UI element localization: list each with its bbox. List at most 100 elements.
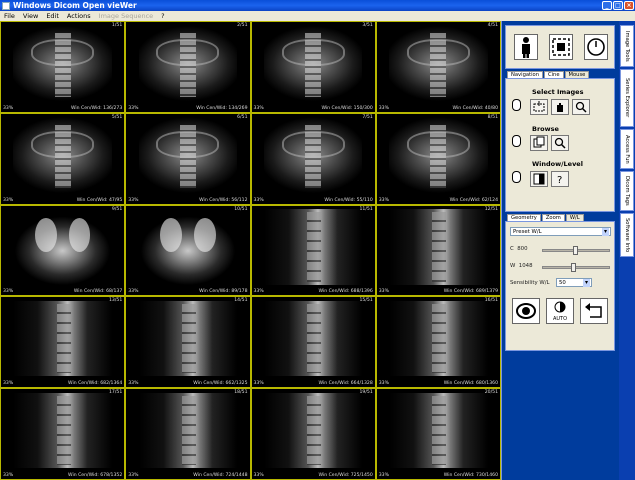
mri-image[interactable] [13, 209, 112, 285]
menu-actions[interactable]: Actions [63, 12, 95, 20]
image-cell[interactable]: 5/51 33% Win Cen/Wid: 47/95 [0, 112, 126, 205]
mri-image[interactable] [389, 209, 488, 285]
image-cell[interactable]: 2/51 33% Win Cen/Wid: 134/269 [125, 21, 251, 113]
hand-icon[interactable] [551, 99, 569, 115]
image-index: 16/51 [484, 298, 498, 304]
c-slider-knob[interactable] [573, 246, 578, 255]
mri-image[interactable] [138, 25, 238, 102]
mri-image[interactable] [138, 300, 238, 377]
menu-help[interactable]: ? [157, 12, 168, 20]
mri-image[interactable] [13, 300, 112, 377]
select-box-icon[interactable] [530, 99, 548, 115]
mri-image[interactable] [263, 117, 363, 193]
menu-view[interactable]: View [19, 12, 42, 20]
image-zoom: 33% [253, 105, 264, 111]
image-cell[interactable]: 19/51 33% Win Cen/Wid: 725/1450 [250, 388, 376, 480]
image-window-level: Win Cen/Wid: 678/1352 [68, 473, 123, 478]
sensitivity-select[interactable]: 50 [556, 278, 592, 287]
image-zoom: 33% [3, 105, 14, 111]
image-index: 1/51 [111, 23, 123, 28]
image-cell[interactable]: 15/51 33% Win Cen/Wid: 664/1328 [250, 296, 376, 389]
browse-images-icon[interactable] [530, 135, 548, 151]
wl-panel: Preset W/L C 800 W 1048 Sensibility W/L … [505, 221, 615, 351]
image-cell[interactable]: 11/51 33% Win Cen/Wid: 688/1396 [250, 204, 376, 297]
minimize-button[interactable]: _ [602, 1, 612, 10]
image-zoom: 33% [128, 289, 139, 295]
mri-image[interactable] [13, 392, 112, 469]
auto-label: AUTO [552, 316, 568, 322]
sensitivity-label: Sensibility W/L [510, 280, 550, 286]
image-cell[interactable]: 17/51 33% Win Cen/Wid: 678/1352 [0, 388, 126, 480]
c-label: C 800 [510, 246, 528, 252]
vtab-series-explorer[interactable]: Series Explorer [620, 69, 634, 127]
mri-image[interactable] [13, 117, 112, 193]
window-title: Windows Dicom Open vieWer [13, 1, 137, 10]
app-icon [2, 1, 10, 10]
image-select-icon[interactable] [549, 34, 573, 60]
vtab-dicom-tags[interactable]: Dicom Tags [620, 171, 634, 211]
mri-image[interactable] [13, 25, 112, 102]
title-bar: Windows Dicom Open vieWer _ □ × [0, 0, 635, 11]
image-index: 20/51 [484, 390, 498, 396]
mri-image[interactable] [263, 209, 363, 285]
browse-zoom-icon[interactable] [551, 135, 569, 151]
image-cell[interactable]: 14/51 33% Win Cen/Wid: 662/1325 [125, 296, 251, 389]
menu-edit[interactable]: Edit [42, 12, 63, 20]
c-slider[interactable] [542, 246, 610, 255]
image-window-level: Win Cen/Wid: 730/1460 [443, 473, 498, 478]
mri-image[interactable] [389, 300, 488, 377]
image-cell[interactable]: 20/51 33% Win Cen/Wid: 730/1460 [375, 388, 501, 480]
mouse-left-icon [512, 99, 521, 111]
w-slider[interactable] [542, 263, 610, 272]
image-index: 8/51 [487, 114, 498, 120]
preset-wl-select[interactable]: Preset W/L [510, 227, 611, 236]
image-cell[interactable]: 10/51 33% Win Cen/Wid: 89/178 [125, 204, 251, 297]
image-cell[interactable]: 1/51 33% Win Cen/Wid: 136/273 [0, 21, 126, 113]
image-cell[interactable]: 4/51 33% Win Cen/Wid: 40/80 [375, 21, 501, 113]
image-window-level: Win Cen/Wid: 150/300 [321, 105, 373, 111]
help-cursor-icon[interactable]: ? [551, 171, 569, 187]
mouse-right-icon [512, 135, 521, 147]
mri-image[interactable] [389, 392, 488, 469]
magnifier-icon[interactable] [572, 99, 590, 115]
image-zoom: 33% [128, 197, 139, 203]
image-index: 3/51 [362, 23, 373, 28]
image-index: 13/51 [109, 298, 123, 304]
mri-image[interactable] [389, 117, 488, 193]
image-cell[interactable]: 8/51 33% Win Cen/Wid: 62/124 [375, 112, 501, 205]
reset-wl-icon[interactable] [580, 298, 608, 324]
image-cell[interactable]: 16/51 33% Win Cen/Wid: 680/1360 [375, 296, 501, 389]
clock-icon[interactable] [584, 34, 608, 60]
mri-image[interactable] [389, 25, 488, 102]
mri-image[interactable] [263, 392, 363, 469]
patient-icon[interactable] [514, 34, 538, 60]
image-cell[interactable]: 7/51 33% Win Cen/Wid: 55/110 [250, 112, 376, 205]
image-index: 14/51 [234, 298, 248, 304]
mri-image[interactable] [263, 300, 363, 377]
contrast-icon[interactable] [530, 171, 548, 187]
image-window-level: Win Cen/Wid: 682/1364 [68, 381, 123, 387]
image-cell[interactable]: 12/51 33% Win Cen/Wid: 689/1379 [375, 204, 501, 297]
mri-image[interactable] [138, 209, 238, 285]
vtab-image-tools[interactable]: Image Tools [620, 25, 634, 67]
mri-image[interactable] [263, 25, 363, 102]
image-zoom: 33% [128, 105, 139, 111]
image-cell[interactable]: 18/51 33% Win Cen/Wid: 724/1448 [125, 388, 251, 480]
image-window-level: Win Cen/Wid: 62/124 [449, 197, 498, 203]
vtab-access-fun[interactable]: Access Fun [620, 129, 634, 169]
mri-image[interactable] [138, 392, 238, 469]
close-button[interactable]: × [624, 1, 634, 10]
image-zoom: 33% [378, 381, 389, 387]
image-cell[interactable]: 3/51 33% Win Cen/Wid: 150/300 [250, 21, 376, 113]
auto-wl-button[interactable]: AUTO [546, 298, 574, 324]
w-slider-knob[interactable] [571, 263, 576, 272]
maximize-button[interactable]: □ [613, 1, 623, 10]
vtab-software-info[interactable]: Software Info [620, 213, 634, 257]
image-zoom: 33% [3, 289, 14, 295]
invert-icon[interactable] [512, 298, 540, 324]
mri-image[interactable] [138, 117, 238, 193]
image-cell[interactable]: 9/51 33% Win Cen/Wid: 68/137 [0, 204, 126, 297]
image-cell[interactable]: 6/51 33% Win Cen/Wid: 56/112 [125, 112, 251, 205]
image-cell[interactable]: 13/51 33% Win Cen/Wid: 682/1364 [0, 296, 126, 389]
menu-file[interactable]: File [0, 12, 19, 20]
